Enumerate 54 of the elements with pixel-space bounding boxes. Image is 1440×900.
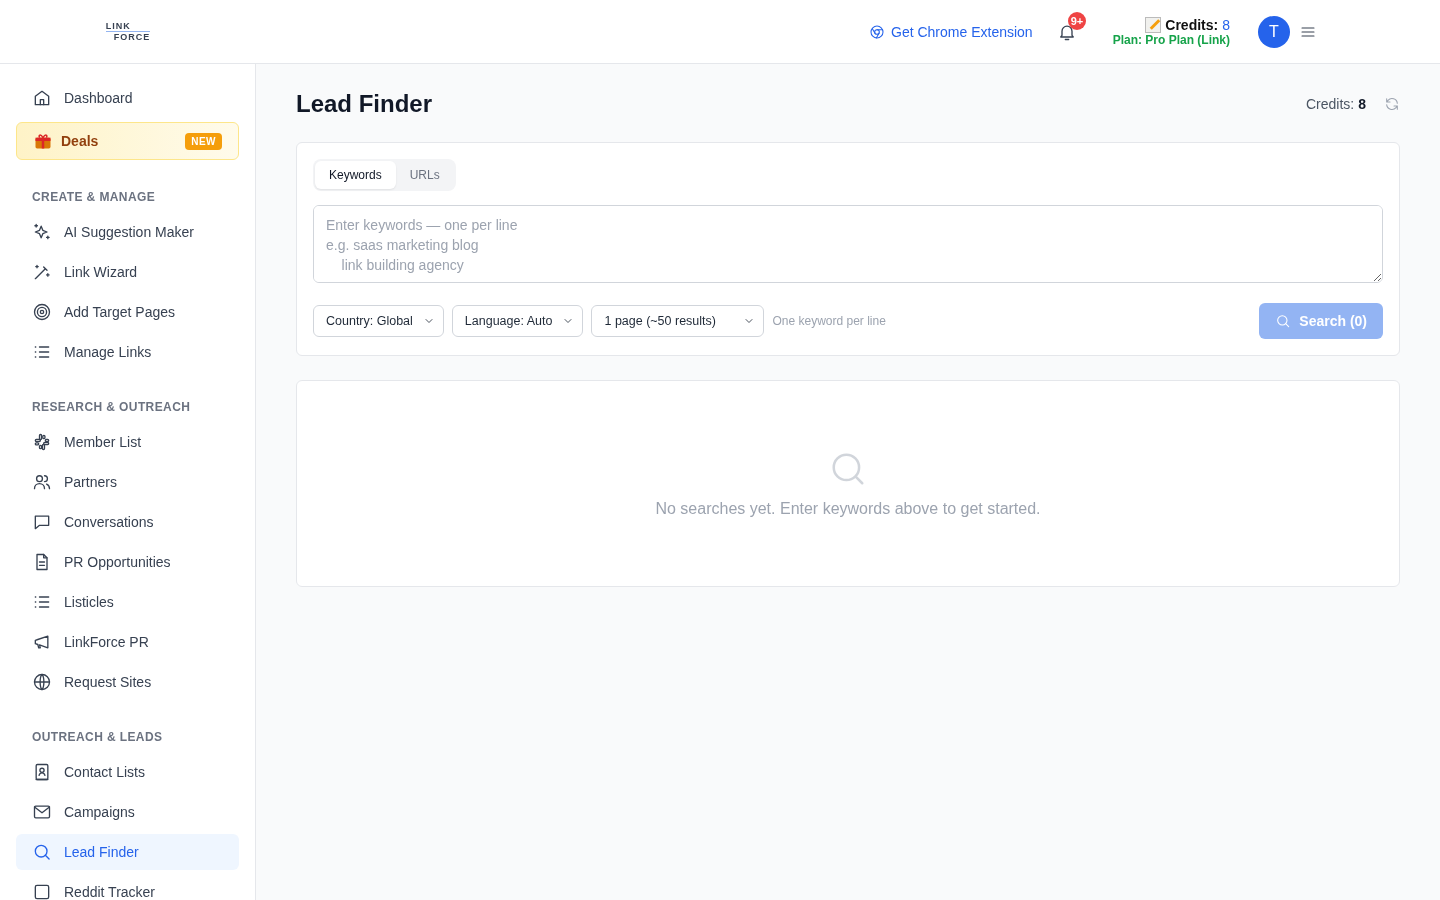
dots-grid-icon — [32, 432, 52, 452]
new-badge: NEW — [185, 132, 222, 150]
memo-icon — [1145, 16, 1162, 33]
plan-label: Plan: Pro Plan (Link) — [1112, 32, 1230, 47]
sidebar-item[interactable]: Reddit Tracker — [16, 874, 239, 900]
sidebar-item[interactable]: Add Target Pages — [16, 294, 239, 330]
credits-value: 8 — [1358, 96, 1366, 112]
chrome-extension-link[interactable]: Get Chrome Extension — [869, 23, 1033, 40]
tab[interactable]: URLs — [395, 161, 454, 189]
sidebar-item[interactable]: PR Opportunities — [16, 544, 239, 580]
section-heading: OUTREACH & LEADS — [31, 730, 164, 744]
nav-label: Deals — [61, 133, 100, 149]
user-avatar[interactable]: T — [1258, 15, 1290, 48]
search-icon — [32, 842, 52, 862]
sidebar-item[interactable]: Manage Links — [16, 334, 239, 370]
sidebar-item[interactable]: Listicles — [16, 584, 239, 620]
sidebar-item[interactable]: Partners — [16, 464, 239, 500]
section-heading: RESEARCH & OUTREACH — [31, 400, 192, 414]
search-icon — [1275, 313, 1292, 329]
target-icon — [32, 302, 52, 322]
sidebar-item[interactable]: Dashboard — [16, 80, 239, 116]
home-icon — [32, 88, 52, 108]
dropdown[interactable]: Country: Global — [313, 305, 444, 337]
credits-value: 8 — [1222, 16, 1230, 33]
gift-icon — [33, 131, 53, 151]
globe-icon — [32, 672, 52, 692]
sidebar-item[interactable]: Request Sites — [16, 664, 239, 700]
deals-nav-item[interactable]: Deals NEW — [16, 122, 239, 160]
logo[interactable]: LINK FORCE — [105, 21, 151, 42]
sidebar-item[interactable]: Contact Lists — [16, 754, 239, 790]
tab[interactable]: Keywords — [315, 161, 396, 189]
sidebar-item[interactable]: Campaigns — [16, 794, 239, 830]
sidebar-item[interactable]: Conversations — [16, 504, 239, 540]
sidebar-item[interactable]: Lead Finder — [16, 834, 239, 870]
sidebar-item[interactable]: LinkForce PR — [16, 624, 239, 660]
notification-badge: 9+ — [1067, 11, 1087, 30]
empty-state-message: No searches yet. Enter keywords above to get started. — [655, 499, 1041, 518]
users-icon — [32, 472, 52, 492]
hint-text: One keyword per line — [772, 314, 886, 328]
dropdown[interactable]: 1 page (~50 results) — [591, 305, 765, 337]
credits-label: Credits: — [1165, 16, 1219, 33]
magic-wand-icon — [32, 262, 52, 282]
chrome-icon — [869, 23, 885, 40]
sidebar-item[interactable]: Link Wizard — [16, 254, 239, 290]
sparkles-icon — [32, 222, 52, 242]
section-heading: CREATE & MANAGE — [31, 190, 157, 204]
credits-label: Credits: — [1305, 96, 1355, 112]
tablet-icon — [32, 882, 52, 900]
keywords-field[interactable]: Enter keywords — one per line e.g. saas marketing blog link building agency — [313, 205, 1383, 283]
refresh-icon[interactable] — [1384, 96, 1400, 112]
sidebar-item[interactable]: Member List — [16, 424, 239, 460]
dropdown[interactable]: Language: Auto — [451, 305, 584, 337]
page-title: Lead Finder — [296, 90, 433, 118]
sidebar-item[interactable]: AI Suggestion Maker — [16, 214, 239, 250]
